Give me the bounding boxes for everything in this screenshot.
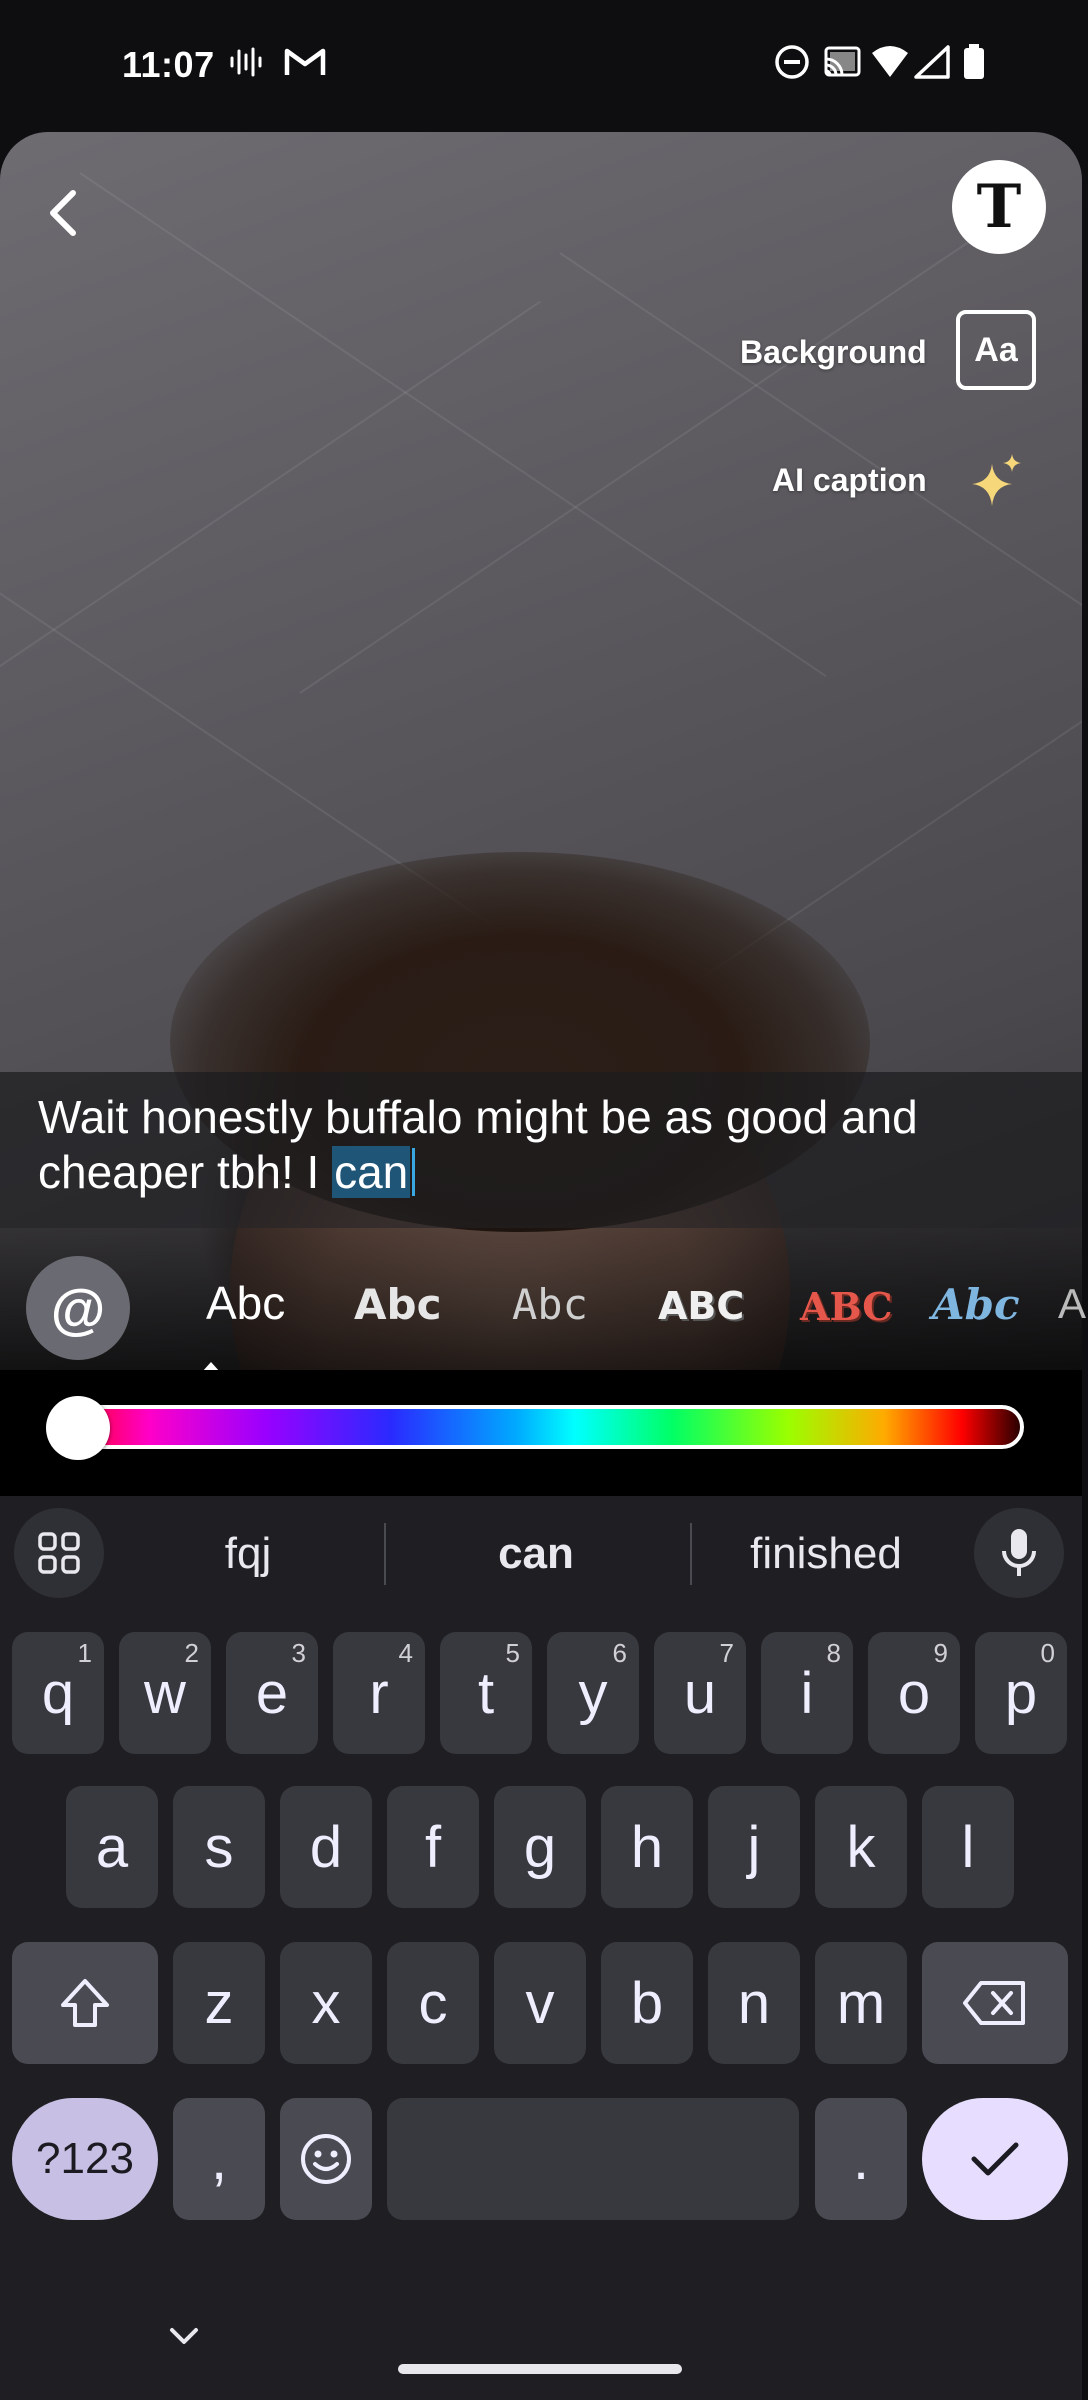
do-not-disturb-icon — [774, 42, 810, 82]
status-time: 11:07 — [122, 44, 215, 85]
comma-key[interactable]: , — [173, 2098, 265, 2220]
period-key[interactable]: . — [815, 2098, 907, 2220]
space-key[interactable] — [387, 2098, 799, 2220]
caption-selected-text: can — [332, 1146, 411, 1198]
chevron-down-icon — [170, 2328, 198, 2344]
key-m[interactable]: m — [815, 1942, 907, 2064]
background-label[interactable]: Background — [740, 334, 927, 371]
home-indicator[interactable] — [398, 2364, 682, 2374]
key-o[interactable]: o9 — [868, 1632, 960, 1754]
font-option-bold[interactable]: Abc — [354, 1280, 441, 1329]
sparkle-icon[interactable] — [966, 450, 1026, 510]
color-slider-thumb[interactable] — [46, 1396, 110, 1460]
suggestion-3[interactable]: finished — [716, 1522, 936, 1586]
mention-button[interactable]: @ — [26, 1256, 130, 1360]
key-v[interactable]: v — [494, 1942, 586, 2064]
cast-icon — [822, 42, 862, 82]
caption-text: Wait honestly buffalo might be as good a… — [38, 1091, 918, 1198]
hide-keyboard-button[interactable] — [164, 2322, 204, 2352]
checkmark-icon — [971, 2142, 1019, 2176]
key-w[interactable]: w2 — [119, 1632, 211, 1754]
key-l[interactable]: l — [922, 1786, 1014, 1908]
audio-wave-icon — [228, 42, 264, 82]
status-bar: 11:07 — [0, 0, 1088, 132]
key-d[interactable]: d — [280, 1786, 372, 1908]
key-g[interactable]: g — [494, 1786, 586, 1908]
symbols-key[interactable]: ?123 — [12, 2098, 158, 2220]
key-n[interactable]: n — [708, 1942, 800, 2064]
key-z[interactable]: z — [173, 1942, 265, 2064]
emoji-key[interactable] — [280, 2098, 372, 2220]
background-style-button[interactable]: Aa — [956, 310, 1036, 390]
battery-icon — [962, 42, 986, 82]
font-option-classic[interactable]: Abc — [206, 1276, 285, 1330]
smiley-icon — [301, 2134, 351, 2184]
key-q[interactable]: q1 — [12, 1632, 104, 1754]
key-f[interactable]: f — [387, 1786, 479, 1908]
suggestion-2[interactable]: can — [426, 1522, 646, 1586]
key-i[interactable]: i8 — [761, 1632, 853, 1754]
caption-input[interactable]: Wait honestly buffalo might be as good a… — [38, 1090, 1048, 1200]
key-h[interactable]: h — [601, 1786, 693, 1908]
backspace-key[interactable] — [922, 1942, 1068, 2064]
backspace-icon — [963, 1981, 1025, 2025]
key-e[interactable]: e3 — [226, 1632, 318, 1754]
suggestion-divider — [384, 1523, 386, 1585]
font-option-strong[interactable]: ABC — [658, 1284, 744, 1328]
key-y[interactable]: y6 — [547, 1632, 639, 1754]
microphone-icon — [1002, 1529, 1036, 1576]
key-p[interactable]: p0 — [975, 1632, 1067, 1754]
done-key[interactable] — [922, 2098, 1068, 2220]
font-option-gothic[interactable]: Abc — [932, 1280, 1020, 1329]
key-t[interactable]: t5 — [440, 1632, 532, 1754]
grid-icon — [38, 1532, 80, 1574]
key-c[interactable]: c — [387, 1942, 479, 2064]
keyboard-menu-button[interactable] — [14, 1508, 104, 1598]
font-option-more[interactable]: A — [1058, 1280, 1086, 1328]
font-option-typewriter[interactable]: Abc — [512, 1280, 588, 1329]
key-s[interactable]: s — [173, 1786, 265, 1908]
key-x[interactable]: x — [280, 1942, 372, 2064]
shift-key[interactable] — [12, 1942, 158, 2064]
voice-input-button[interactable] — [974, 1508, 1064, 1598]
key-u[interactable]: u7 — [654, 1632, 746, 1754]
back-button[interactable] — [36, 178, 90, 248]
key-b[interactable]: b — [601, 1942, 693, 2064]
font-option-poster[interactable]: ABC — [800, 1284, 893, 1329]
chevron-left-icon — [50, 190, 76, 236]
ai-caption-label[interactable]: AI caption — [772, 462, 927, 499]
key-j[interactable]: j — [708, 1786, 800, 1908]
color-slider-track[interactable] — [48, 1405, 1024, 1449]
shift-arrow-icon — [61, 1979, 109, 2027]
wifi-icon — [870, 42, 910, 82]
key-k[interactable]: k — [815, 1786, 907, 1908]
key-a[interactable]: a — [66, 1786, 158, 1908]
text-cursor — [412, 1148, 416, 1196]
suggestion-1[interactable]: fqj — [148, 1522, 348, 1586]
gmail-icon — [284, 42, 326, 82]
cellular-signal-icon — [914, 42, 950, 82]
text-tool-button[interactable]: T — [952, 160, 1046, 254]
suggestion-divider — [690, 1523, 692, 1585]
key-r[interactable]: r4 — [333, 1632, 425, 1754]
